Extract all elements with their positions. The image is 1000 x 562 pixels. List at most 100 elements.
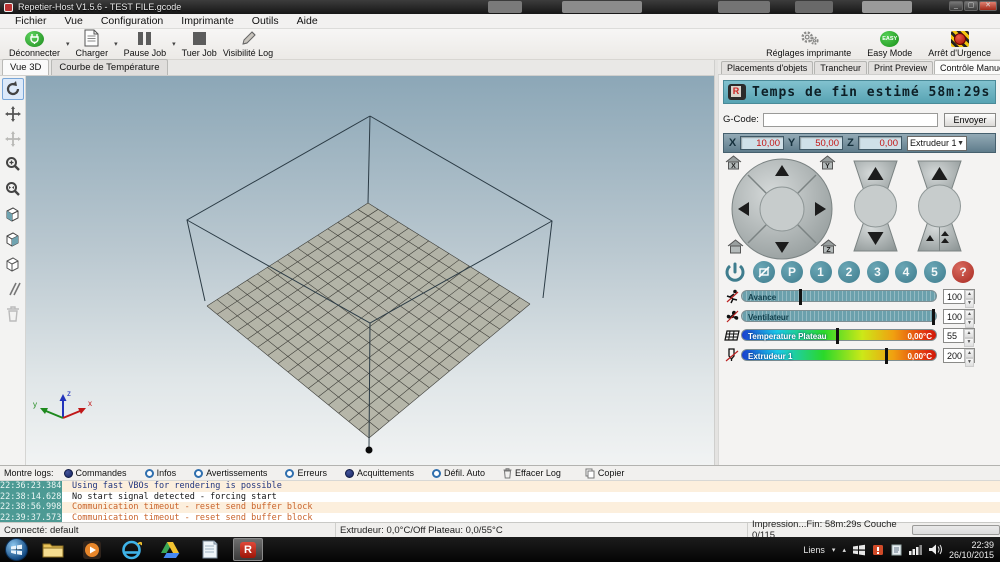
filter-erreurs[interactable]: Erreurs [285,468,327,478]
emergency-stop-icon [951,31,969,47]
load-button[interactable]: Charger [73,30,112,59]
tray-clock[interactable]: 22:39 26/10/2015 [949,540,994,560]
start-button[interactable] [5,538,28,561]
spin-down-icon: ▼ [964,338,974,347]
home-z-button[interactable]: Z [820,239,837,254]
tab-vue-3d[interactable]: Vue 3D [2,59,49,75]
tab-controle-manuel[interactable]: Contrôle Manuel [934,60,1000,74]
feedrate-spinner[interactable]: 100 ▲▼ [943,289,975,304]
trash-icon [503,468,512,479]
emergency-stop-button[interactable]: Arrêt d'Urgence [925,30,994,59]
minimize-button[interactable]: _ [949,1,963,11]
copy-log-button[interactable]: Copier [585,468,625,479]
pencil-icon [238,30,258,47]
tray-alert-icon[interactable] [872,544,884,556]
menu-configuration[interactable]: Configuration [92,14,172,28]
power-button[interactable] [724,261,746,283]
top-view-button[interactable] [2,253,24,275]
menu-imprimante[interactable]: Imprimante [172,14,243,28]
motors-off-button[interactable] [753,261,775,283]
taskbar-repetier-icon[interactable]: R [233,538,263,561]
extruder-temp-spinner[interactable]: 200 ▲▼ [943,348,975,363]
extruder-jog-control[interactable] [916,159,963,253]
chevron-down-icon[interactable]: ▾ [832,546,836,554]
help-button[interactable]: ? [952,261,974,283]
tab-print-preview[interactable]: Print Preview [868,61,933,74]
z-jog-control[interactable] [852,159,899,253]
show-hidden-icons-button[interactable]: ▴ [842,546,846,554]
printer-settings-button[interactable]: Réglages imprimante [763,30,854,59]
disconnect-dropdown-arrow[interactable]: ▾ [63,40,73,48]
feedrate-slider[interactable]: Avance [741,290,937,302]
preset-5-button[interactable]: 5 [924,261,946,283]
extruder-temp-slider[interactable]: Extrudeur 1 0,00°C [741,349,937,361]
filter-defil-auto[interactable]: Défil. Auto [432,468,485,478]
fan-slider[interactable]: Ventilateur [741,310,937,322]
zoom-fit-button[interactable] [2,178,24,200]
extruder-temp-slider-thumb[interactable] [885,348,888,364]
easy-mode-button[interactable]: EASY Easy Mode [864,30,915,59]
home-x-button[interactable]: X [725,155,742,170]
bed-temp-spinner[interactable]: 55 ▲▼ [943,328,975,343]
preset-4-button[interactable]: 4 [895,261,917,283]
xy-jog-pad[interactable] [730,157,834,261]
taskbar-google-drive-icon[interactable] [155,538,185,561]
clear-log-button[interactable]: Effacer Log [503,468,561,479]
menu-outils[interactable]: Outils [243,14,288,28]
tray-volume-icon[interactable] [929,544,942,555]
filter-commandes[interactable]: Commandes [64,468,127,478]
toggle-log-button[interactable]: Visibilité Log [220,30,276,59]
send-gcode-button[interactable]: Envoyer [944,113,996,127]
pause-job-button[interactable]: Pause Job [121,30,170,59]
zoom-in-button[interactable] [2,153,24,175]
tab-courbe-temperature[interactable]: Courbe de Température [51,59,167,75]
kill-job-button[interactable]: Tuer Job [179,30,220,59]
home-all-button[interactable] [727,239,744,254]
menu-fichier[interactable]: Fichier [6,14,56,28]
extruder-select[interactable]: Extrudeur 1▼ [907,136,967,151]
bed-temp-slider[interactable]: Temperature Plateau 0,00°C [741,329,937,341]
tray-network-icon[interactable] [909,544,922,555]
front-view-button[interactable] [2,228,24,250]
delete-object-button[interactable] [2,303,24,325]
quick-buttons-row: P 1 2 3 4 5 ? [724,261,974,283]
viewport-3d[interactable]: y z x [26,76,714,465]
preset-2-button[interactable]: 2 [838,261,860,283]
taskbar-explorer-icon[interactable] [38,538,68,561]
filter-acquittements[interactable]: Acquittements [345,468,414,478]
filter-infos[interactable]: Infos [145,468,177,478]
isometric-view-button[interactable] [2,203,24,225]
home-y-button[interactable]: Y [819,155,836,170]
tray-action-center-icon[interactable] [853,544,865,556]
close-button[interactable]: ✕ [979,1,997,11]
taskbar-internet-explorer-icon[interactable] [116,538,146,561]
load-dropdown-arrow[interactable]: ▾ [111,40,121,48]
gcode-input[interactable] [763,113,938,127]
move-object-button[interactable] [2,128,24,150]
parallel-projection-button[interactable] [2,278,24,300]
preset-1-button[interactable]: 1 [810,261,832,283]
rotate-view-button[interactable] [2,78,24,100]
menu-aide[interactable]: Aide [288,14,327,28]
fan-slider-thumb[interactable] [932,309,935,325]
preset-3-button[interactable]: 3 [867,261,889,283]
easy-mode-icon: EASY [880,31,899,47]
view-toolbar [0,76,26,465]
tab-placements-objets[interactable]: Placements d'objets [721,61,813,74]
tray-updates-icon[interactable] [891,544,902,556]
menu-vue[interactable]: Vue [56,14,92,28]
taskbar-media-player-icon[interactable] [77,538,107,561]
links-toolbar[interactable]: Liens [803,545,825,555]
filter-avertissements[interactable]: Avertissements [194,468,267,478]
disconnect-button[interactable]: Déconnecter [6,30,63,59]
plug-icon [25,31,44,47]
feedrate-slider-thumb[interactable] [799,289,802,305]
taskbar-notepad-icon[interactable] [194,538,224,561]
move-view-button[interactable] [2,103,24,125]
park-button[interactable]: P [781,261,803,283]
fan-spinner[interactable]: 100 ▲▼ [943,309,975,324]
pause-dropdown-arrow[interactable]: ▾ [169,40,179,48]
maximize-button[interactable]: ▢ [964,1,978,11]
tab-trancheur[interactable]: Trancheur [814,61,867,74]
bed-temp-slider-thumb[interactable] [836,328,839,344]
